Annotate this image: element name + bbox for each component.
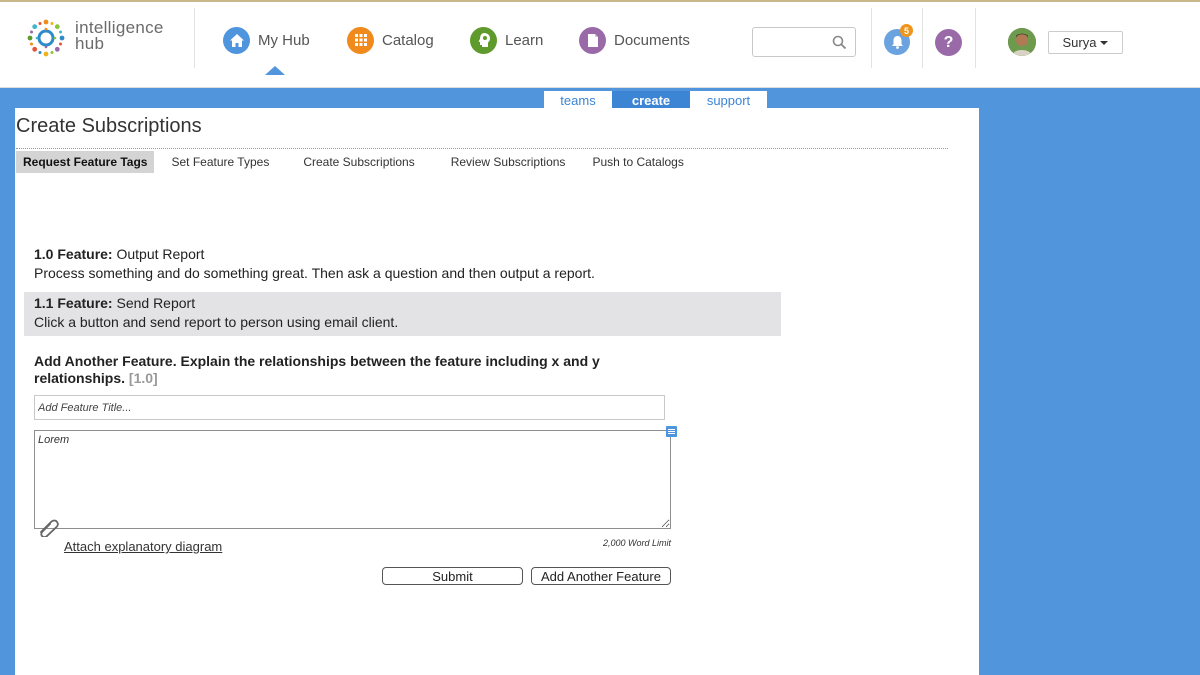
feature-item[interactable]: 1.1 Feature: Send Report Click a button …	[34, 294, 398, 332]
home-icon	[223, 26, 250, 54]
nav-catalog[interactable]: Catalog	[347, 26, 434, 54]
document-icon	[579, 26, 606, 54]
avatar[interactable]	[1008, 28, 1036, 56]
step-set-feature-types[interactable]: Set Feature Types	[164, 151, 276, 173]
header-divider	[194, 8, 195, 68]
word-limit: 2,000 Word Limit	[603, 538, 672, 548]
active-nav-caret-icon	[265, 66, 285, 75]
page-title: Create Subscriptions	[16, 115, 202, 137]
feature-number: 1.0 Feature:	[34, 246, 113, 262]
step-push-to-catalogs[interactable]: Push to Catalogs	[585, 151, 690, 173]
feature-header: 1.1 Feature: Send Report	[34, 294, 398, 313]
header-divider	[871, 8, 872, 68]
nav-learn[interactable]: Learn	[470, 26, 543, 54]
feature-header: 1.0 Feature: Output Report	[34, 245, 595, 264]
nav-label: Learn	[505, 31, 544, 49]
chevron-down-icon	[1100, 40, 1109, 45]
feature-description-textarea[interactable]: Lorem	[34, 430, 671, 529]
step-create-subscriptions[interactable]: Create Subscriptions	[296, 151, 421, 173]
feature-name: Send Report	[116, 295, 196, 311]
feature-name: Output Report	[116, 246, 205, 262]
step-request-feature-tags[interactable]: Request Feature Tags	[16, 151, 155, 173]
user-name: Surya	[1062, 35, 1097, 50]
submit-button[interactable]: Submit	[382, 567, 523, 585]
add-another-feature-button[interactable]: Add Another Feature	[531, 567, 671, 585]
content-panel: Create Subscriptions Request Feature Tag…	[15, 108, 979, 675]
feature-number: 1.1 Feature:	[34, 295, 113, 311]
nav-documents[interactable]: Documents	[579, 26, 690, 54]
step-tabs: Request Feature Tags Set Feature Types C…	[16, 151, 691, 173]
header-divider	[922, 8, 923, 68]
feature-item[interactable]: 1.0 Feature: Output Report Process somet…	[34, 245, 595, 283]
add-feature-heading: Add Another Feature. Explain the relatio…	[34, 353, 634, 387]
feature-reference: [1.0]	[128, 370, 158, 386]
format-menu-icon[interactable]	[666, 426, 677, 437]
title-divider	[16, 148, 948, 149]
nav-label: Catalog	[382, 31, 434, 49]
logo-line-2: hub	[75, 34, 105, 53]
step-review-subscriptions[interactable]: Review Subscriptions	[444, 151, 573, 173]
help-icon[interactable]: ?	[935, 29, 962, 56]
nav-my-hub[interactable]: My Hub	[223, 26, 310, 54]
nav-label: My Hub	[258, 31, 310, 49]
feature-description: Click a button and send report to person…	[34, 314, 399, 330]
nav-label: Documents	[614, 31, 690, 49]
feature-description: Process something and do something great…	[34, 265, 595, 281]
grid-icon	[347, 26, 374, 54]
top-header: intelligence hub My Hub Catalog Learn Do…	[0, 2, 1200, 88]
logo[interactable]: intelligence hub	[26, 18, 176, 62]
logo-text: intelligence hub	[75, 19, 164, 53]
notification-count-badge: 5	[900, 24, 913, 37]
header-divider	[975, 8, 976, 68]
user-menu-button[interactable]: Surya	[1048, 31, 1123, 54]
search-icon[interactable]	[832, 35, 847, 50]
head-icon	[470, 26, 497, 54]
logo-mark-icon	[27, 19, 65, 57]
add-feature-heading-text: Add Another Feature. Explain the relatio…	[34, 353, 600, 386]
feature-title-input[interactable]	[34, 395, 665, 420]
paperclip-icon[interactable]	[37, 517, 61, 537]
attach-diagram-link[interactable]: Attach explanatory diagram	[64, 539, 222, 554]
search-input[interactable]	[753, 28, 828, 56]
search-box[interactable]	[752, 27, 856, 57]
